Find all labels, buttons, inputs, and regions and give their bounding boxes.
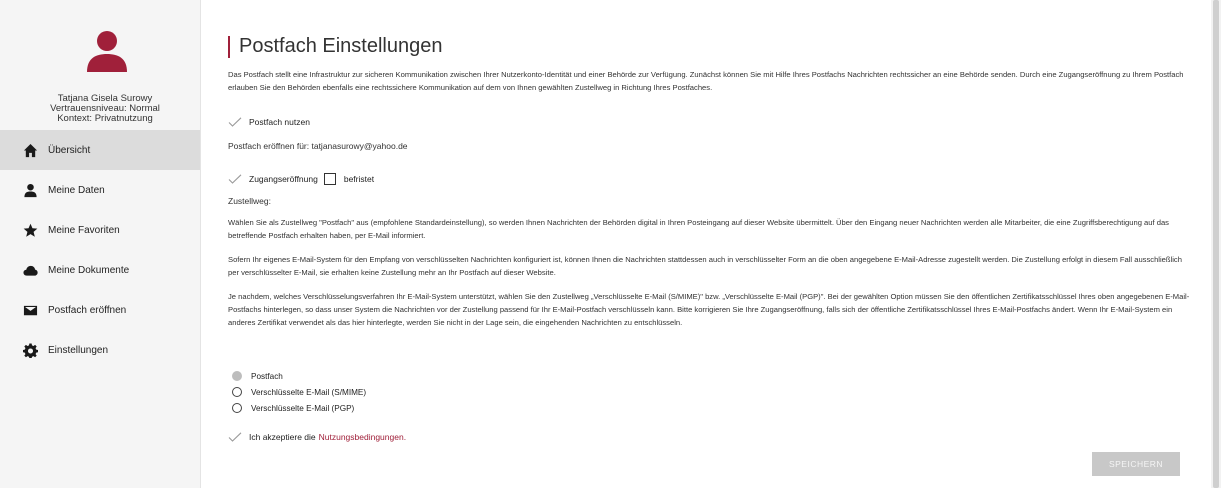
check-icon[interactable]	[228, 174, 242, 184]
sidebar-item-label: Meine Favoriten	[48, 224, 120, 236]
home-icon	[22, 142, 38, 158]
accept-terms-row[interactable]: Ich akzeptiere die Nutzungsbedingungen.	[228, 432, 406, 442]
sidebar-item-meine-favoriten[interactable]: Meine Favoriten	[0, 210, 200, 250]
sidebar-nav: Übersicht Meine Daten Meine Favoriten Me…	[0, 130, 200, 370]
befristet-checkbox[interactable]	[323, 173, 336, 185]
sidebar: Tatjana Gisela Surowy Vertrauensniveau: …	[0, 0, 201, 488]
save-button[interactable]: SPEICHERN	[1092, 452, 1180, 476]
postfach-nutzen-toggle[interactable]: Postfach nutzen	[228, 117, 310, 127]
intro-text: Das Postfach stellt eine Infrastruktur z…	[228, 70, 1184, 92]
open-for-email: Postfach eröffnen für: tatjanasurowy@yah…	[228, 141, 408, 151]
sidebar-item-label: Meine Daten	[48, 184, 105, 196]
main-content: Postfach Einstellungen Das Postfach stel…	[228, 0, 1193, 488]
terms-link[interactable]: Nutzungsbedingungen.	[319, 432, 406, 442]
befristet-label: befristet	[343, 174, 375, 184]
radio-option-postfach[interactable]: Postfach	[232, 368, 366, 384]
star-icon	[22, 222, 38, 238]
zustellweg-info-encrypted: Sofern Ihr eigenes E-Mail-System für den…	[228, 255, 1182, 277]
sidebar-item-label: Meine Dokumente	[48, 264, 130, 276]
scrollbar-thumb[interactable]	[1213, 0, 1219, 488]
sidebar-item-meine-dokumente[interactable]: Meine Dokumente	[0, 250, 200, 290]
zugangseroeffnung-row: Zugangseröffnung befristet	[228, 173, 374, 185]
radio-button[interactable]	[232, 371, 242, 381]
sidebar-item-uebersicht[interactable]: Übersicht	[0, 130, 200, 170]
person-icon	[22, 182, 38, 198]
check-icon	[228, 117, 242, 127]
title-accent-bar	[228, 36, 230, 58]
radio-option-pgp[interactable]: Verschlüsselte E-Mail (PGP)	[232, 400, 366, 416]
sidebar-item-label: Einstellungen	[48, 344, 109, 356]
sidebar-item-postfach-eroeffnen[interactable]: Postfach eröffnen	[0, 290, 200, 330]
zustellweg-info-postfach: Wählen Sie als Zustellweg "Postfach" aus…	[228, 218, 1169, 240]
page-title: Postfach Einstellungen	[239, 35, 443, 57]
sidebar-item-label: Übersicht	[48, 144, 91, 156]
radio-label: Verschlüsselte E-Mail (S/MIME)	[251, 387, 367, 397]
radio-label: Verschlüsselte E-Mail (PGP)	[251, 403, 355, 413]
radio-button[interactable]	[232, 403, 242, 413]
sidebar-item-label: Postfach eröffnen	[48, 304, 127, 316]
accept-terms-label: Ich akzeptiere die	[249, 432, 316, 442]
zustellweg-radio-group: Postfach Verschlüsselte E-Mail (S/MIME) …	[232, 368, 366, 416]
scrollbar[interactable]	[1211, 0, 1221, 488]
postfach-nutzen-label: Postfach nutzen	[249, 117, 310, 127]
user-context: Kontext: Privatnutzung	[57, 113, 153, 124]
sidebar-item-meine-daten[interactable]: Meine Daten	[0, 170, 200, 210]
gear-icon	[22, 342, 38, 358]
check-icon	[228, 432, 242, 442]
radio-label: Postfach	[251, 371, 283, 381]
sidebar-item-einstellungen[interactable]: Einstellungen	[0, 330, 200, 370]
zustellweg-label: Zustellweg:	[228, 196, 271, 206]
person-icon	[87, 31, 127, 72]
zustellweg-info-certificate: Je nachdem, welches Verschlüsselungsverf…	[228, 292, 1190, 327]
user-profile: Tatjana Gisela Surowy Vertrauensniveau: …	[0, 0, 200, 130]
mail-icon	[22, 302, 38, 318]
radio-button[interactable]	[232, 387, 242, 397]
radio-option-smime[interactable]: Verschlüsselte E-Mail (S/MIME)	[232, 384, 366, 400]
cloud-icon	[22, 262, 38, 278]
zugangseroeffnung-label: Zugangseröffnung	[249, 174, 318, 184]
